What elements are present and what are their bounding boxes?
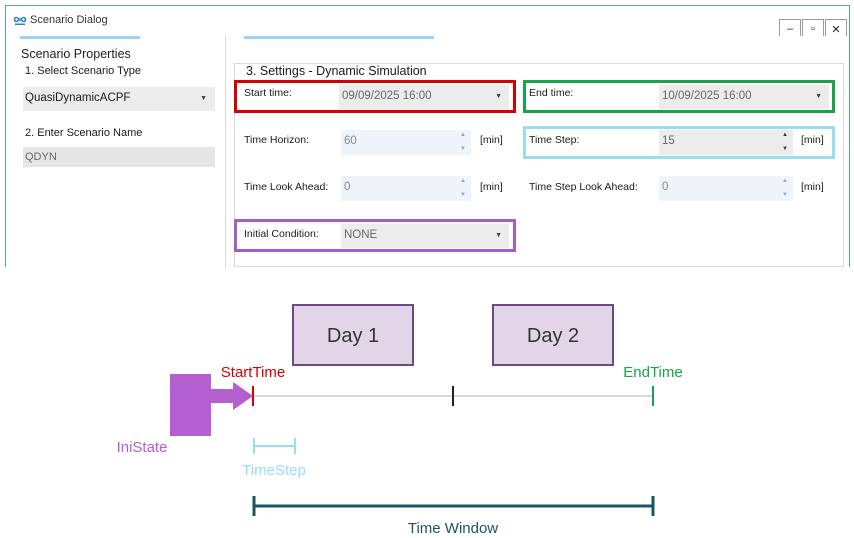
day2-label: Day 2 xyxy=(527,325,579,347)
scenario-name-input[interactable]: QDYN xyxy=(23,147,215,167)
time-horizon-spinner[interactable]: 60 ▲ ▼ xyxy=(341,130,471,155)
chevron-down-icon: ▼ xyxy=(200,95,207,102)
time-look-ahead-unit: [min] xyxy=(480,181,503,193)
time-step-look-ahead-value: 0 xyxy=(662,181,669,193)
end-time-marker-label: EndTime xyxy=(623,364,682,381)
time-horizon-label: Time Horizon: xyxy=(244,134,309,146)
scenario-dialog-window: Scenario Dialog – ▫ ✕ Scenario Propertie… xyxy=(5,5,850,268)
time-look-ahead-value: 0 xyxy=(344,181,351,193)
start-time-marker-label: StartTime xyxy=(221,364,285,381)
settings-title: 3. Settings - Dynamic Simulation xyxy=(246,64,427,78)
infinity-logo-icon xyxy=(13,16,27,25)
tab-accent-bar xyxy=(20,36,140,39)
time-look-ahead-spinner[interactable]: 0 ▲ ▼ xyxy=(341,176,471,201)
scenario-properties-title: Scenario Properties xyxy=(21,47,131,61)
spinner-arrows-icon[interactable]: ▲ ▼ xyxy=(781,177,789,199)
time-step-look-ahead-unit: [min] xyxy=(801,181,824,193)
spinner-arrows-icon[interactable]: ▲ ▼ xyxy=(459,131,467,153)
scenario-name-label: 2. Enter Scenario Name xyxy=(25,127,143,139)
time-step-look-ahead-label: Time Step Look Ahead: xyxy=(529,181,638,193)
time-step-look-ahead-spinner[interactable]: 0 ▲ ▼ xyxy=(659,176,793,201)
inistate-arrow xyxy=(170,374,253,436)
scenario-type-label: 1. Select Scenario Type xyxy=(25,65,141,77)
initial-condition-highlight xyxy=(234,219,516,252)
settings-tab-accent-bar xyxy=(244,36,434,39)
time-step-highlight xyxy=(523,126,835,159)
simulation-timeline-diagram: Day 1 Day 2 StartTime EndTime IniState T… xyxy=(117,304,683,537)
timestep-label: TimeStep xyxy=(242,462,306,479)
time-window-label: Time Window xyxy=(408,520,498,537)
window-title: Scenario Dialog xyxy=(30,14,108,26)
day1-label: Day 1 xyxy=(327,325,379,347)
end-time-highlight xyxy=(523,80,835,113)
time-horizon-unit: [min] xyxy=(480,134,503,146)
inistate-label: IniState xyxy=(117,439,168,456)
scenario-type-value: QuasiDynamicACPF xyxy=(25,92,131,104)
spinner-arrows-icon[interactable]: ▲ ▼ xyxy=(459,177,467,199)
scenario-type-select[interactable]: QuasiDynamicACPF ▼ xyxy=(23,87,215,111)
time-horizon-value: 60 xyxy=(344,135,357,147)
scenario-properties-panel: Scenario Properties 1. Select Scenario T… xyxy=(16,36,226,268)
title-bar[interactable]: Scenario Dialog – ▫ ✕ xyxy=(6,6,849,39)
start-time-highlight xyxy=(234,80,516,113)
time-look-ahead-label: Time Look Ahead: xyxy=(244,181,329,193)
